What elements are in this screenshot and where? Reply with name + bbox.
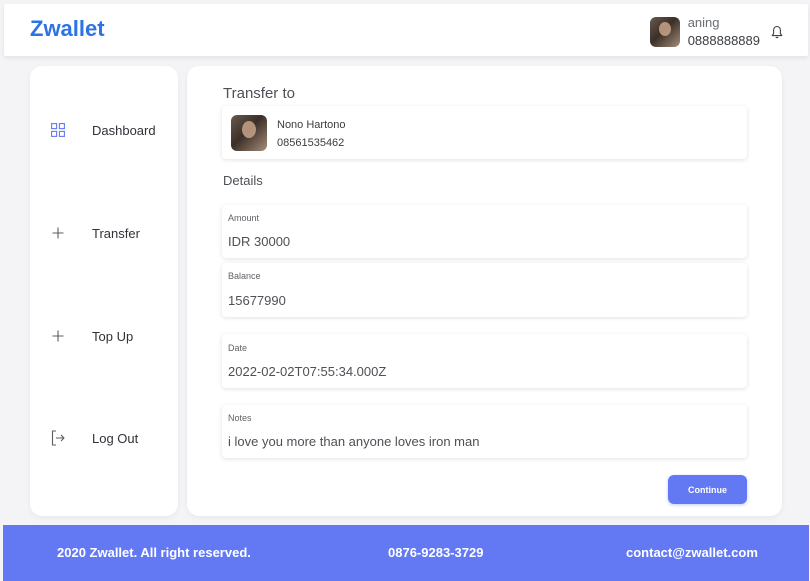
recipient-phone: 08561535462 bbox=[277, 137, 345, 149]
balance-value: 15677990 bbox=[228, 293, 286, 308]
sidebar-item-label: Top Up bbox=[92, 328, 134, 344]
sidebar-item-dashboard[interactable]: Dashboard bbox=[50, 122, 156, 138]
details-title: Details bbox=[223, 173, 263, 188]
sidebar-item-top-up[interactable]: Top Up bbox=[50, 328, 133, 344]
amount-label: Amount bbox=[228, 213, 260, 223]
bell-icon[interactable] bbox=[770, 24, 784, 40]
sidebar: Dashboard Transfer Top Up Log Out bbox=[30, 66, 178, 516]
user-info: aning 0888888889 bbox=[688, 14, 760, 50]
top-header: Zwallet aning 0888888889 bbox=[4, 4, 808, 56]
sidebar-item-transfer[interactable]: Transfer bbox=[50, 225, 140, 241]
recipient-card[interactable]: Nono Hartono 08561535462 bbox=[222, 106, 747, 159]
user-avatar[interactable] bbox=[649, 17, 680, 47]
date-label: Date bbox=[228, 343, 248, 353]
sidebar-item-label: Log Out bbox=[92, 430, 139, 446]
grid-icon bbox=[50, 122, 66, 138]
logout-icon bbox=[50, 430, 66, 446]
sidebar-item-label: Dashboard bbox=[92, 122, 156, 138]
notes-value: i love you more than anyone loves iron m… bbox=[228, 434, 480, 449]
footer-email[interactable]: contact@zwallet.com bbox=[626, 545, 758, 560]
sidebar-item-label: Transfer bbox=[92, 225, 140, 241]
user-profile[interactable]: aning 0888888889 bbox=[649, 12, 784, 52]
balance-label: Balance bbox=[228, 271, 261, 281]
footer-copyright: 2020 Zwallet. All right reserved. bbox=[57, 545, 251, 560]
transfer-to-title: Transfer to bbox=[223, 85, 295, 102]
amount-value: IDR 30000 bbox=[228, 234, 291, 249]
footer-phone: 0876-9283-3729 bbox=[388, 545, 484, 560]
plus-icon bbox=[50, 225, 66, 241]
user-phone: 0888888889 bbox=[687, 33, 760, 48]
brand-logo[interactable]: Zwallet bbox=[30, 16, 105, 42]
user-name: aning bbox=[687, 15, 720, 30]
date-value: 2022-02-02T07:55:34.000Z bbox=[228, 364, 387, 379]
sidebar-item-log-out[interactable]: Log Out bbox=[50, 430, 138, 446]
recipient-name: Nono Hartono bbox=[277, 119, 346, 131]
footer: 2020 Zwallet. All right reserved. 0876-9… bbox=[3, 525, 809, 581]
notes-label: Notes bbox=[228, 413, 252, 423]
transfer-panel: Transfer to Nono Hartono 08561535462 Det… bbox=[187, 66, 782, 516]
plus-icon bbox=[50, 328, 66, 344]
date-field: Date 2022-02-02T07:55:34.000Z bbox=[222, 334, 747, 388]
balance-field: Balance 15677990 bbox=[222, 263, 747, 317]
continue-button[interactable]: Continue bbox=[668, 475, 747, 504]
amount-field: Amount IDR 30000 bbox=[222, 205, 747, 258]
notes-field: Notes i love you more than anyone loves … bbox=[222, 405, 747, 458]
recipient-avatar bbox=[231, 115, 267, 151]
